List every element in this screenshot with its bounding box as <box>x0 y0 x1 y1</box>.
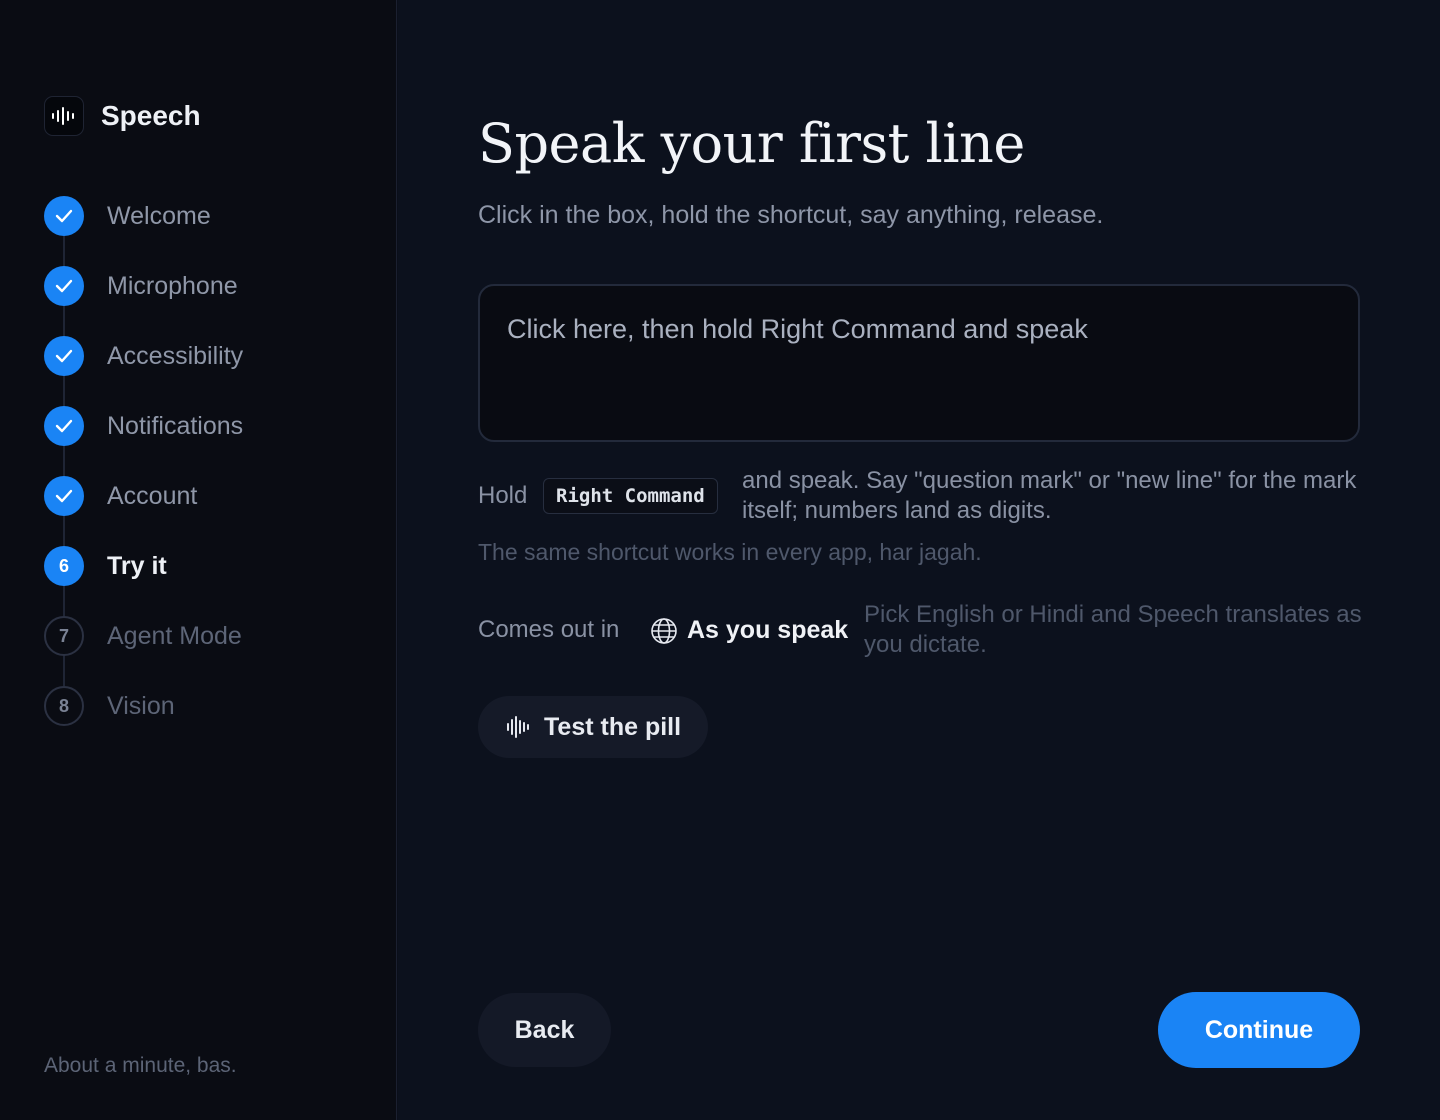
step-label: Vision <box>107 691 175 720</box>
step-welcome[interactable]: Welcome <box>44 196 364 236</box>
step-number: 7 <box>44 616 84 656</box>
step-label: Welcome <box>107 201 211 230</box>
step-vision: 8 Vision <box>44 686 364 726</box>
step-accessibility[interactable]: Accessibility <box>44 336 364 376</box>
page-title: Speak your first line <box>478 112 1025 175</box>
main-panel: Speak your first line Click in the box, … <box>398 0 1440 1120</box>
step-label: Accessibility <box>107 341 244 370</box>
step-notifications[interactable]: Notifications <box>44 406 364 446</box>
step-label: Try it <box>107 551 167 580</box>
step-label: Notifications <box>107 411 244 440</box>
step-label: Account <box>107 481 198 510</box>
checkmark-icon <box>44 266 84 306</box>
back-button[interactable]: Back <box>478 993 611 1067</box>
time-estimate: About a minute, bas. <box>44 1054 237 1077</box>
globe-icon <box>651 617 677 644</box>
step-label: Microphone <box>107 271 238 300</box>
step-try-it[interactable]: 6 Try it <box>44 546 364 586</box>
output-language-value: As you speak <box>687 616 849 644</box>
checkmark-icon <box>44 336 84 376</box>
shortcut-key: Right Command <box>543 478 718 514</box>
test-pill-button[interactable]: Test the pill <box>478 696 708 758</box>
page-subtitle: Click in the box, hold the shortcut, say… <box>478 201 1104 229</box>
output-language-selector[interactable]: As you speak <box>650 616 848 645</box>
test-pill-label: Test the pill <box>544 712 682 741</box>
brand: Speech <box>44 96 201 136</box>
continue-button[interactable]: Continue <box>1158 992 1360 1068</box>
output-language-label: Comes out in <box>478 616 620 643</box>
waveform-icon <box>507 716 529 738</box>
checkmark-icon <box>44 196 84 236</box>
shortcut-description: and speak. Say "question mark" or "new l… <box>742 467 1357 524</box>
step-microphone[interactable]: Microphone <box>44 266 364 306</box>
step-number: 6 <box>44 546 84 586</box>
step-agent-mode: 7 Agent Mode <box>44 616 364 656</box>
output-language-row: Comes out in As you speak Pick English o… <box>478 600 1368 664</box>
shortcut-hint: The same shortcut works in every app, ha… <box>478 539 982 565</box>
dictation-input[interactable]: Click here, then hold Right Command and … <box>478 284 1360 442</box>
step-account[interactable]: Account <box>44 476 364 516</box>
checkmark-icon <box>44 406 84 446</box>
sidebar: Speech Welcome Microphone Accessibility <box>0 0 397 1120</box>
step-label: Agent Mode <box>107 621 242 650</box>
step-number: 8 <box>44 686 84 726</box>
brand-name: Speech <box>101 100 201 131</box>
waveform-icon <box>44 96 84 136</box>
output-language-note: Pick English or Hindi and Speech transla… <box>864 601 1362 658</box>
checkmark-icon <box>44 476 84 516</box>
hold-label: Hold <box>478 482 528 509</box>
